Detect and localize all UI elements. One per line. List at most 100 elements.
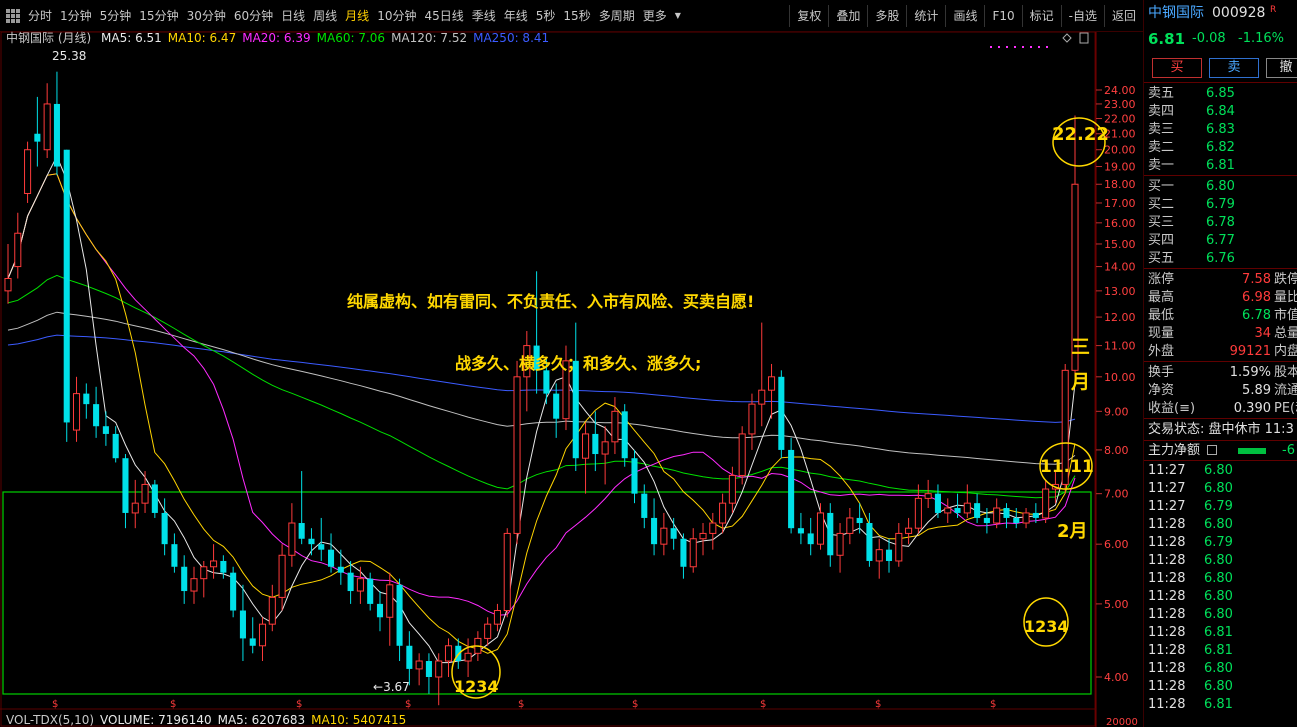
price-change-pct: -1.16% bbox=[1238, 31, 1284, 46]
candle-body-down bbox=[680, 538, 687, 567]
tick-time: 11:27 bbox=[1148, 481, 1186, 496]
candle-body-down bbox=[122, 458, 129, 513]
tool-button-8[interactable]: 返回 bbox=[1103, 5, 1143, 27]
period-tab-9[interactable]: 10分钟 bbox=[373, 5, 420, 27]
period-tab-14[interactable]: 15秒 bbox=[559, 5, 594, 27]
period-tab-3[interactable]: 15分钟 bbox=[135, 5, 182, 27]
y-tick-label: 13.00 bbox=[1104, 285, 1136, 298]
ma-line-ma120 bbox=[7, 311, 1076, 465]
tick-time: 11:27 bbox=[1148, 463, 1186, 478]
tool-button-0[interactable]: 复权 bbox=[789, 5, 828, 27]
period-tab-15[interactable]: 多周期 bbox=[595, 5, 639, 27]
candle-body-down bbox=[788, 449, 795, 529]
ask-price: 6.84 bbox=[1206, 104, 1235, 119]
period-tab-12[interactable]: 年线 bbox=[500, 5, 532, 27]
period-tab-16[interactable]: 更多 bbox=[639, 5, 671, 27]
sell-button[interactable]: 卖 bbox=[1209, 58, 1259, 78]
period-tab-13[interactable]: 5秒 bbox=[532, 5, 560, 27]
grid-menu-icon[interactable] bbox=[6, 8, 20, 23]
y-tick-label: 6.00 bbox=[1104, 538, 1129, 551]
magenta-dot bbox=[1022, 46, 1024, 48]
kline-chart[interactable]: 24.00 23.00 22.00 21.00 20.00 19.00 18.00 17.00… bbox=[0, 32, 1143, 727]
tick-row: 11:28 6.80 bbox=[1144, 678, 1297, 696]
ask-price: 6.85 bbox=[1206, 86, 1235, 101]
stat-row: 换手 1.59%股本 bbox=[1144, 364, 1297, 382]
y-tick-label: 15.00 bbox=[1104, 238, 1136, 251]
bid-price: 6.76 bbox=[1206, 251, 1235, 266]
stat-label-2: 市值 bbox=[1274, 308, 1297, 323]
stat-label: 收益(≡) bbox=[1148, 401, 1196, 416]
y-tick-label: 19.00 bbox=[1104, 161, 1136, 174]
tick-row: 11:28 6.80 bbox=[1144, 552, 1297, 570]
period-tab-11[interactable]: 季线 bbox=[468, 5, 500, 27]
period-tab-6[interactable]: 日线 bbox=[277, 5, 309, 27]
buy-button-label: 买 bbox=[1170, 60, 1184, 75]
candle-body-up bbox=[611, 410, 619, 443]
stat-value: 0.390 bbox=[1233, 401, 1271, 416]
candle-body-down bbox=[161, 512, 168, 545]
candle-body-up bbox=[582, 433, 590, 459]
period-tab-2[interactable]: 5分钟 bbox=[96, 5, 136, 27]
period-tab-8[interactable]: 月线 bbox=[341, 5, 373, 27]
candle-body-down bbox=[934, 493, 941, 513]
tick-row: 11:28 6.80 bbox=[1144, 570, 1297, 588]
tool-button-3[interactable]: 统计 bbox=[906, 5, 945, 27]
y-tick-label: 12.00 bbox=[1104, 311, 1136, 324]
kline-svg[interactable]: 24.0023.0022.0021.0020.0019.0018.0017.00… bbox=[0, 32, 1143, 727]
dividend-marker-icon: $ bbox=[518, 699, 524, 710]
y-tick-label: 18.00 bbox=[1104, 178, 1136, 191]
period-tab-7[interactable]: 周线 bbox=[309, 5, 341, 27]
candle-body-up bbox=[699, 532, 707, 540]
candle-body-down bbox=[34, 133, 41, 142]
ma-line-ma250 bbox=[7, 334, 1076, 423]
cancel-order-button[interactable]: 撤 bbox=[1266, 58, 1297, 78]
period-tab-0[interactable]: 分时 bbox=[24, 5, 56, 27]
bid-label: 买一 bbox=[1148, 179, 1175, 194]
stat-label-2: 量比 bbox=[1274, 290, 1297, 305]
ma-line-ma5 bbox=[7, 155, 1076, 664]
tool-button-7[interactable]: -自选 bbox=[1060, 5, 1104, 27]
tool-button-2[interactable]: 多股 bbox=[867, 5, 906, 27]
more-dropdown-icon[interactable]: ▼ bbox=[671, 5, 685, 27]
candle-body-down bbox=[230, 572, 237, 611]
diamond-icon bbox=[1062, 33, 1072, 43]
candle-body-up bbox=[493, 610, 501, 625]
stat-label-2: 流通 bbox=[1274, 383, 1297, 398]
tick-row: 11:28 6.80 bbox=[1144, 588, 1297, 606]
period-tab-10[interactable]: 45日线 bbox=[420, 5, 467, 27]
period-tab-1[interactable]: 1分钟 bbox=[56, 5, 96, 27]
stat-value: 6.78 bbox=[1242, 308, 1271, 323]
candle-body-down bbox=[181, 566, 188, 592]
ma-legend-item: MA10: 6.47 bbox=[167, 31, 237, 45]
candle-body-up bbox=[190, 578, 198, 592]
tool-button-4[interactable]: 画线 bbox=[945, 5, 984, 27]
candle-body-down bbox=[827, 512, 834, 556]
candle-body-up bbox=[268, 596, 276, 625]
magenta-dot bbox=[1014, 46, 1016, 48]
tool-button-5[interactable]: F10 bbox=[984, 5, 1021, 27]
tick-price: 6.80 bbox=[1204, 661, 1233, 676]
period-tab-5[interactable]: 60分钟 bbox=[230, 5, 277, 27]
buy-button[interactable]: 买 bbox=[1152, 58, 1202, 78]
tick-price: 6.81 bbox=[1204, 643, 1233, 658]
tool-button-1[interactable]: 叠加 bbox=[828, 5, 867, 27]
stock-code: 000928 bbox=[1212, 5, 1266, 21]
candle-body-up bbox=[846, 517, 854, 534]
tick-row: 11:27 6.80 bbox=[1144, 462, 1297, 480]
menu-icon[interactable] bbox=[1207, 445, 1217, 455]
tool-button-6[interactable]: 标记 bbox=[1021, 5, 1061, 27]
stat-row: 涨停 7.58跌停 bbox=[1144, 271, 1297, 289]
stat-label-2: 跌停 bbox=[1274, 272, 1297, 287]
candle-body-down bbox=[797, 528, 804, 534]
period-tab-4[interactable]: 30分钟 bbox=[183, 5, 230, 27]
tick-row: 11:28 6.80 bbox=[1144, 660, 1297, 678]
candle-body-up bbox=[14, 232, 22, 268]
y-tick-label: 11.00 bbox=[1104, 340, 1136, 353]
circle-label-1234-right: 1234 bbox=[1024, 617, 1069, 636]
dividend-marker-icon: $ bbox=[52, 699, 58, 710]
stock-period-label: 中钢国际 (月线) bbox=[6, 31, 92, 45]
candle-body-up bbox=[278, 554, 286, 598]
candle-body-up bbox=[464, 652, 472, 662]
magenta-dot bbox=[1046, 46, 1048, 48]
month-label-feb: 2月 bbox=[1057, 521, 1088, 542]
